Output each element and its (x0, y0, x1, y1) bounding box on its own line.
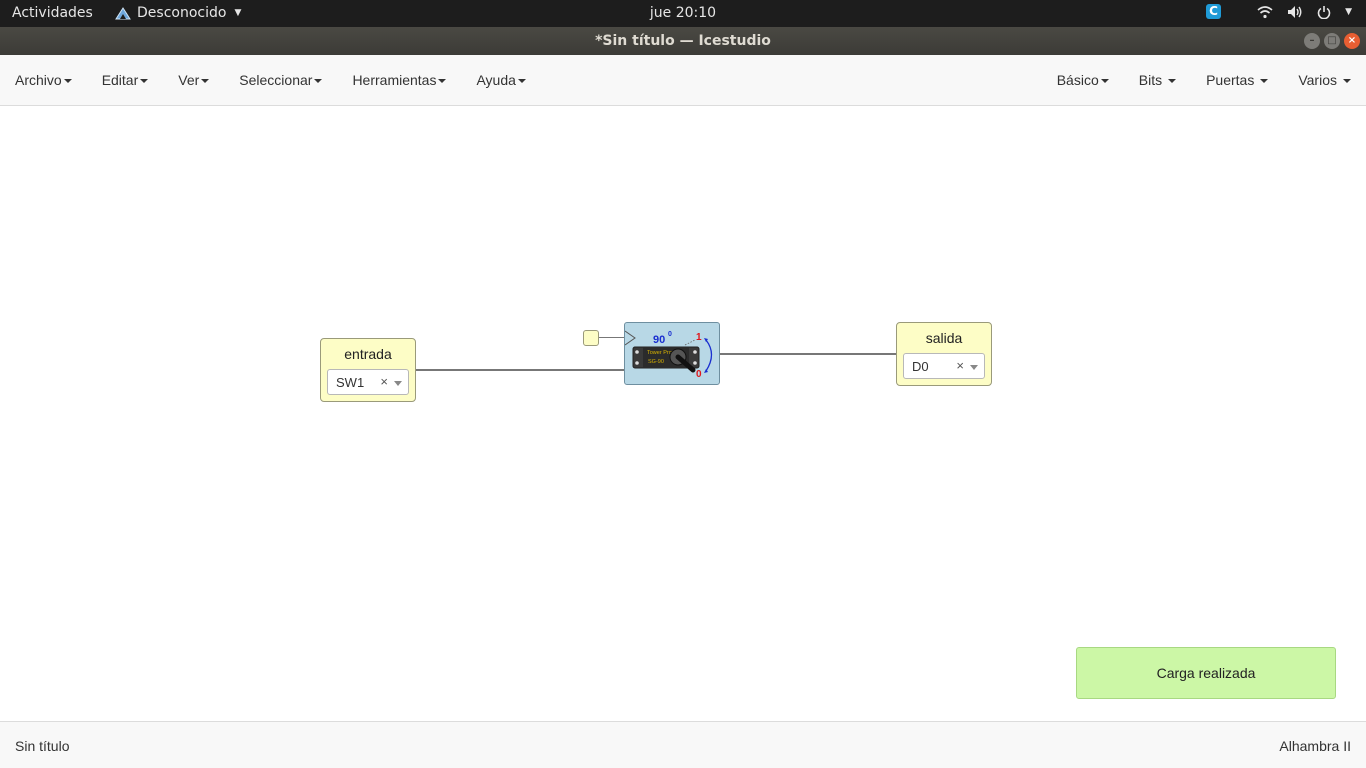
caret-down-icon (1260, 78, 1269, 83)
toast-message: Carga realizada (1156, 665, 1256, 681)
output-block-label: salida (925, 330, 963, 346)
dropdown-arrow-icon[interactable] (394, 381, 402, 386)
wire-servo-salida[interactable] (720, 353, 896, 355)
window-title: *Sin título — Icestudio (595, 33, 771, 49)
board-selector[interactable]: Alhambra II (1279, 738, 1351, 754)
dropdown-arrow-icon[interactable] (970, 365, 978, 370)
param-wire (599, 337, 624, 338)
servo-low-label: 0 (696, 369, 702, 380)
menu-basico[interactable]: Básico (1057, 72, 1109, 88)
power-icon (1317, 5, 1331, 19)
servo-model-label: SG-90 (648, 359, 664, 365)
servo-param-port[interactable] (583, 330, 599, 346)
chevron-down-icon: ▼ (1345, 6, 1352, 17)
caret-down-icon (438, 78, 447, 83)
output-pin-select[interactable]: D0 × (903, 353, 985, 379)
status-bar: Sin título Alhambra II (0, 721, 1366, 768)
caret-down-icon (201, 78, 210, 83)
menu-ayuda[interactable]: Ayuda (476, 72, 526, 88)
collections-menu: Básico Bits Puertas Varios (1027, 72, 1351, 88)
clear-icon[interactable]: × (956, 358, 964, 373)
minimize-button[interactable]: – (1304, 33, 1320, 49)
menu-archivo[interactable]: Archivo (15, 72, 72, 88)
system-top-bar: Actividades Desconocido ▼ jue 20:10 C ▼ (0, 0, 1366, 27)
servo-high-label: 1 (696, 332, 702, 343)
upload-success-toast[interactable]: Carga realizada (1076, 647, 1336, 699)
servo-degree-mark: 0 (668, 331, 672, 338)
output-block[interactable]: salida D0 × (896, 322, 992, 386)
caret-down-icon (314, 78, 323, 83)
caret-down-icon (1168, 78, 1177, 83)
input-pin-value: SW1 (336, 375, 365, 390)
input-block-label: entrada (344, 346, 392, 362)
caret-down-icon (1100, 78, 1109, 83)
menu-puertas[interactable]: Puertas (1206, 72, 1269, 88)
menu-varios[interactable]: Varios (1298, 72, 1351, 88)
file-name-status: Sin título (15, 738, 70, 754)
servo-angle-label: 90 (653, 334, 665, 346)
servo-brand-label: Tower Pro (647, 350, 672, 356)
output-pin-value: D0 (912, 359, 929, 374)
menu-seleccionar[interactable]: Seleccionar (239, 72, 323, 88)
maximize-button[interactable]: □ (1324, 33, 1340, 49)
design-canvas[interactable]: entrada SW1 × 90 0 1 0 Tower Pro SG-90 s… (0, 106, 1366, 721)
icestudio-tray-icon[interactable]: C (1206, 4, 1222, 19)
menu-herramientas[interactable]: Herramientas (352, 72, 447, 88)
input-block[interactable]: entrada SW1 × (320, 338, 416, 402)
window-controls: – □ × (1304, 33, 1360, 49)
volume-icon (1288, 5, 1302, 18)
servo-icon: 90 0 1 0 Tower Pro SG-90 (625, 330, 713, 380)
menubar: Archivo Editar Ver Seleccionar Herramien… (0, 55, 1366, 106)
wire-entrada-servo[interactable] (415, 369, 624, 371)
window-titlebar[interactable]: *Sin título — Icestudio – □ × (0, 27, 1366, 55)
main-menu: Archivo Editar Ver Seleccionar Herramien… (15, 72, 556, 88)
clear-icon[interactable]: × (380, 374, 388, 389)
wifi-icon (1257, 5, 1273, 18)
menu-editar[interactable]: Editar (102, 72, 149, 88)
close-button[interactable]: × (1344, 33, 1360, 49)
servo-block[interactable]: 90 0 1 0 Tower Pro SG-90 (624, 322, 720, 385)
caret-down-icon (63, 78, 72, 83)
input-pin-select[interactable]: SW1 × (327, 369, 409, 395)
caret-down-icon (140, 78, 149, 83)
caret-down-icon (1343, 78, 1351, 83)
menu-bits[interactable]: Bits (1139, 72, 1177, 88)
system-tray[interactable]: C ▼ (1206, 4, 1352, 19)
menu-ver[interactable]: Ver (178, 72, 210, 88)
caret-down-icon (517, 78, 526, 83)
clock[interactable]: jue 20:10 (0, 5, 1366, 21)
